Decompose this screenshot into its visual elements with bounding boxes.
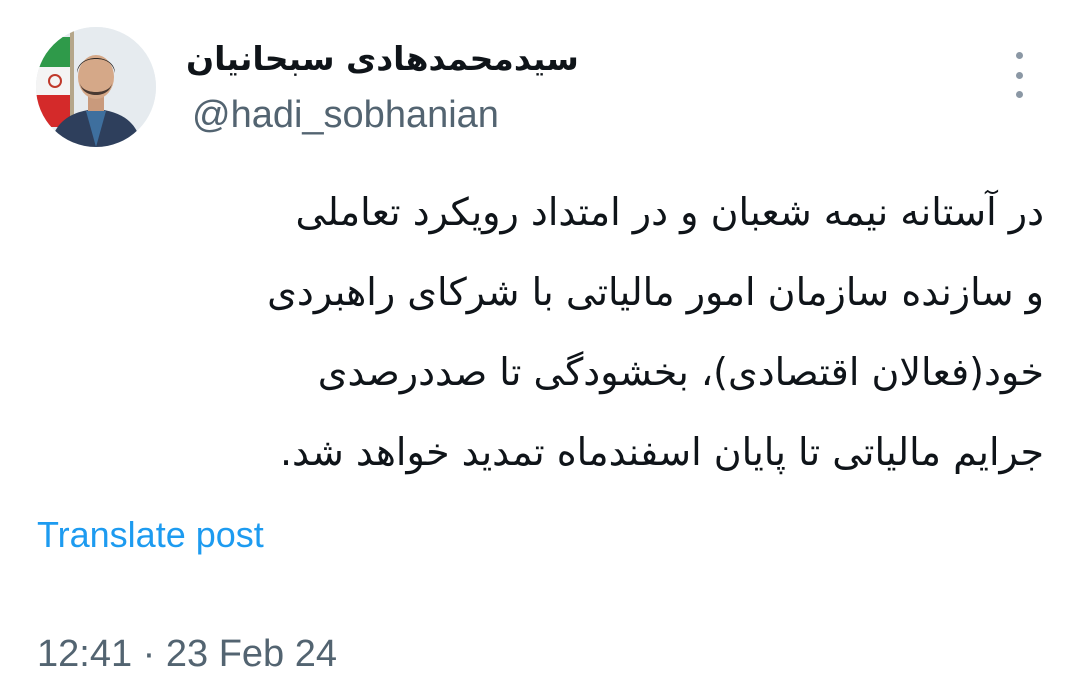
- tweet-text-line: در آستانه نیمه شعبان و در امتداد رویکرد …: [295, 190, 1044, 234]
- author-handle[interactable]: @hadi_sobhanian: [192, 92, 499, 138]
- author-display-name[interactable]: سیدمحمدهادی سبحانیان: [186, 36, 579, 82]
- more-vertical-icon: [1015, 52, 1023, 59]
- post-timestamp[interactable]: 12:41 · 23 Feb 24: [37, 629, 337, 679]
- tweet-text-line: جرایم مالیاتی تا پایان اسفندماه تمدید خو…: [279, 430, 1044, 474]
- tweet-text-line: خود(فعالان اقتصادی)، بخشودگی تا صددرصدی: [317, 350, 1044, 394]
- avatar[interactable]: [36, 27, 156, 147]
- translate-post-link[interactable]: Translate post: [37, 510, 264, 560]
- more-vertical-icon-dot: [1015, 71, 1023, 79]
- tweet-text: در آستانه نیمه شعبان و در امتداد رویکرد …: [44, 172, 1044, 492]
- tweet-text-line: و سازنده سازمان امور مالیاتی با شرکای را…: [267, 270, 1044, 314]
- more-options-button[interactable]: [1004, 52, 1034, 98]
- more-vertical-icon-dot: [1015, 91, 1023, 98]
- profile-photo-icon: [36, 27, 156, 147]
